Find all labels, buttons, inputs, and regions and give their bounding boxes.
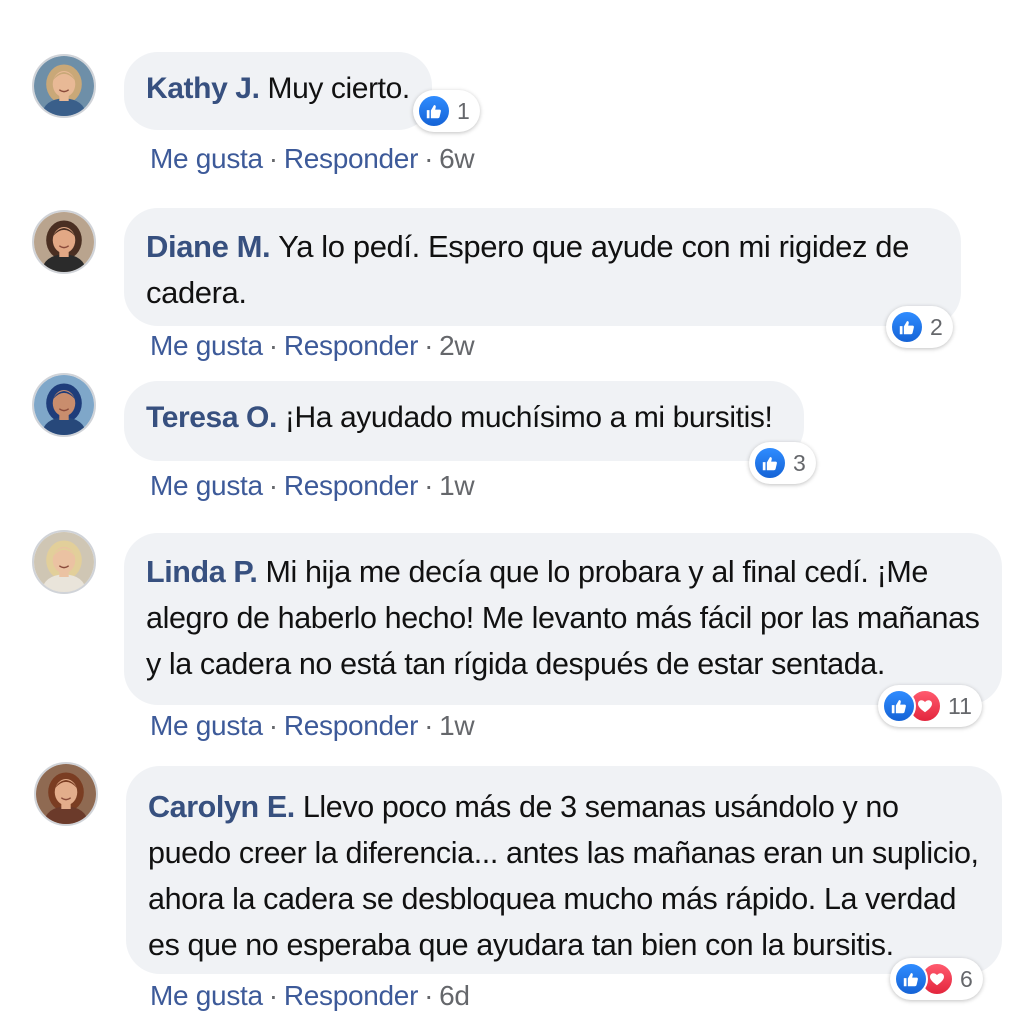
timestamp[interactable]: 1w <box>439 710 475 741</box>
separator: · <box>424 980 434 1011</box>
like-button[interactable]: Me gusta <box>150 980 263 1011</box>
comment-text: Muy cierto. <box>267 72 411 105</box>
reaction-count: 1 <box>457 97 470 124</box>
comment-bubble: Kathy J. Muy cierto. <box>124 52 432 130</box>
avatar[interactable] <box>34 762 98 826</box>
avatar[interactable] <box>32 210 96 274</box>
avatar-image <box>34 375 94 435</box>
like-button[interactable]: Me gusta <box>150 470 263 501</box>
like-icon <box>894 962 928 996</box>
reaction-summary[interactable]: 1 <box>413 90 480 132</box>
comment-text: ¡Ha ayudado muchísimo a mi bursitis! <box>284 401 773 434</box>
comment-bubble: Linda P. Mi hija me decía que lo probara … <box>124 533 1002 705</box>
avatar-image <box>34 56 94 116</box>
separator: · <box>268 330 278 361</box>
reaction-summary[interactable]: 3 <box>749 442 816 484</box>
timestamp[interactable]: 6d <box>439 980 470 1011</box>
separator: · <box>424 470 434 501</box>
reply-button[interactable]: Responder <box>284 980 419 1011</box>
separator: · <box>268 470 278 501</box>
author-name[interactable]: Kathy J. <box>146 72 260 105</box>
reaction-count: 6 <box>960 965 973 992</box>
reaction-summary[interactable]: 11 <box>878 685 982 727</box>
comment-text: Mi hija me decía que lo probara y al fin… <box>146 555 980 681</box>
comment-bubble: Diane M. Ya lo pedí. Espero que ayude con… <box>124 208 961 326</box>
like-button[interactable]: Me gusta <box>150 330 263 361</box>
author-name[interactable]: Teresa O. <box>146 401 277 434</box>
separator: · <box>424 330 434 361</box>
avatar-image <box>36 764 96 824</box>
reply-button[interactable]: Responder <box>284 710 419 741</box>
separator: · <box>424 143 434 174</box>
timestamp[interactable]: 2w <box>439 330 475 361</box>
separator: · <box>424 710 434 741</box>
reaction-summary[interactable]: 6 <box>890 958 983 1000</box>
comment-actions: Me gusta · Responder · 6d <box>150 980 470 1012</box>
avatar-image <box>34 532 94 592</box>
author-name[interactable]: Carolyn E. <box>148 790 295 824</box>
timestamp[interactable]: 1w <box>439 470 475 501</box>
comment-bubble: Teresa O. ¡Ha ayudado muchísimo a mi burs… <box>124 381 804 461</box>
avatar[interactable] <box>32 54 96 118</box>
like-icon <box>882 689 916 723</box>
separator: · <box>268 143 278 174</box>
author-name[interactable]: Diane M. <box>146 229 271 264</box>
comment-bubble: Carolyn E. Llevo poco más de 3 semanas us… <box>126 766 1002 974</box>
reaction-summary[interactable]: 2 <box>886 306 953 348</box>
comment-actions: Me gusta · Responder · 2w <box>150 330 475 362</box>
timestamp[interactable]: 6w <box>439 143 475 174</box>
like-icon <box>890 310 924 344</box>
comment-actions: Me gusta · Responder · 1w <box>150 710 475 742</box>
avatar[interactable] <box>32 373 96 437</box>
reaction-count: 3 <box>793 449 806 476</box>
author-name[interactable]: Linda P. <box>146 555 258 589</box>
like-button[interactable]: Me gusta <box>150 143 263 174</box>
reply-button[interactable]: Responder <box>284 143 419 174</box>
avatar-image <box>34 212 94 272</box>
reaction-count: 2 <box>930 313 943 340</box>
avatar[interactable] <box>32 530 96 594</box>
comment-actions: Me gusta · Responder · 1w <box>150 470 475 502</box>
comment-actions: Me gusta · Responder · 6w <box>150 143 475 175</box>
like-icon <box>753 446 787 480</box>
like-button[interactable]: Me gusta <box>150 710 263 741</box>
reply-button[interactable]: Responder <box>284 470 419 501</box>
reply-button[interactable]: Responder <box>284 330 419 361</box>
separator: · <box>268 710 278 741</box>
separator: · <box>268 980 278 1011</box>
like-icon <box>417 94 451 128</box>
reaction-count: 11 <box>948 692 972 719</box>
